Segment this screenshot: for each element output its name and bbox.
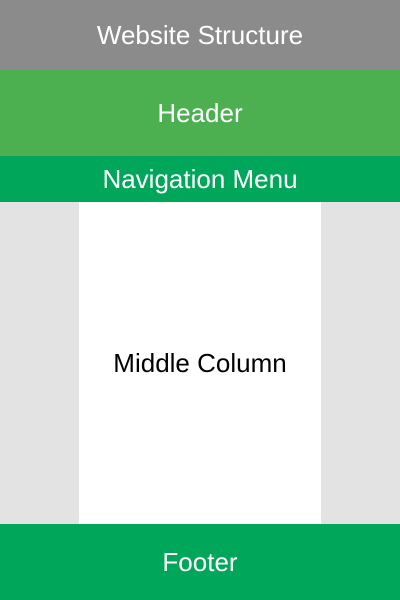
left-column	[0, 202, 79, 524]
middle-column-section: Middle Column	[79, 202, 321, 524]
footer-section: Footer	[0, 524, 400, 600]
navigation-menu-section: Navigation Menu	[0, 156, 400, 202]
website-structure-diagram: Website Structure Header Navigation Menu…	[0, 0, 400, 600]
diagram-title: Website Structure	[0, 0, 400, 70]
header-section: Header	[0, 70, 400, 156]
right-column	[321, 202, 400, 524]
